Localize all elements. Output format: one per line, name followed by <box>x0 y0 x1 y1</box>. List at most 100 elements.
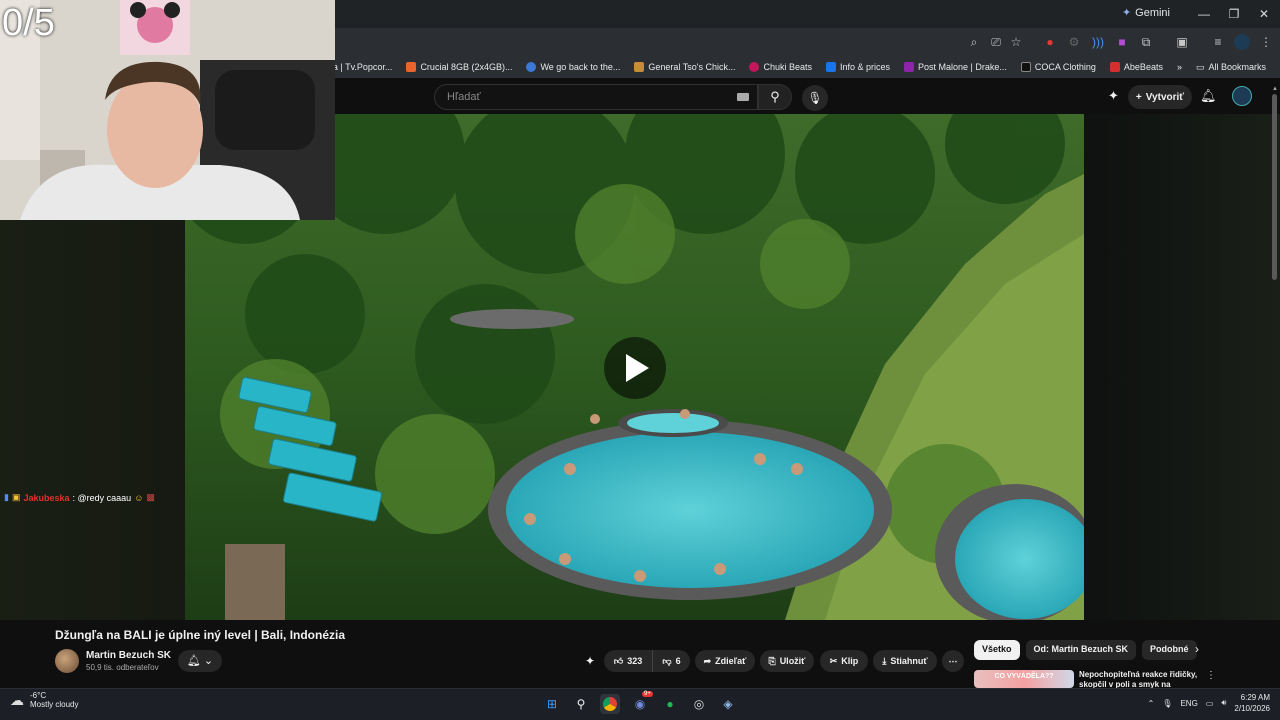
bookmark-label: Crucial 8GB (2x4GB)... <box>420 62 513 72</box>
badge-icon: ▣ <box>11 492 21 502</box>
minimize-button[interactable]: — <box>1194 4 1214 24</box>
extension-icon[interactable]: ))) <box>1090 34 1106 50</box>
bookmark-item[interactable]: COCA Clothing <box>1020 62 1096 72</box>
bookmark-item[interactable]: Chuki Beats <box>749 62 812 72</box>
search-button[interactable]: ⚲ <box>758 84 792 110</box>
like-button[interactable]: 👍︎ 323 <box>604 650 652 672</box>
cloud-icon: ☁ <box>10 691 24 708</box>
bookmark-label: We go back to the... <box>540 62 621 72</box>
channel-name[interactable]: Martin Bezuch SK <box>86 650 171 661</box>
extension-icon[interactable]: ■ <box>1114 34 1130 50</box>
stream-chat-line: ▮ ▣ Jakubeska : @redy caaau ☺ ▩ <box>4 492 155 503</box>
bookmark-favicon <box>1109 62 1120 72</box>
sparkle-icon[interactable]: ✦ <box>585 654 595 668</box>
extension-icon[interactable]: ⚙ <box>1066 34 1082 50</box>
extension-icon[interactable]: ● <box>1042 34 1058 50</box>
chevron-up-icon[interactable]: ⌃ <box>1148 699 1155 708</box>
subscription-bell-button[interactable]: 🔔︎ ⌄ <box>178 650 222 672</box>
more-actions-button[interactable]: ⋯ <box>942 650 964 672</box>
search-icon[interactable]: ⚲ <box>571 694 591 714</box>
bookmark-item[interactable]: We go back to the... <box>526 62 620 72</box>
obs-icon[interactable]: ◎ <box>689 694 709 714</box>
like-count: 323 <box>627 656 643 666</box>
scissors-icon: ✂ <box>829 655 838 666</box>
bookmark-star-icon[interactable]: ☆ <box>1008 34 1024 50</box>
chip-all[interactable]: Všetko <box>974 640 1020 660</box>
volume-icon[interactable]: 🔊︎ <box>1221 698 1226 708</box>
bookmark-item[interactable]: Info & prices <box>825 62 890 72</box>
search-icon: ⚲ <box>770 89 780 104</box>
profile-avatar[interactable] <box>1234 34 1250 50</box>
weather-widget[interactable]: ☁ -6°C Mostly cloudy <box>10 691 78 709</box>
bookmark-item[interactable]: AbeBeats <box>1109 62 1163 72</box>
chip-from-channel[interactable]: Od: Martin Bezuch SK <box>1025 640 1137 660</box>
cast-icon[interactable]: ⎚ <box>988 34 1004 50</box>
reading-list-icon[interactable]: ≡ <box>1210 34 1226 50</box>
gemini-button[interactable]: ✦ Gemini <box>1121 6 1170 20</box>
share-icon: ➦ <box>703 655 712 666</box>
bookmark-item[interactable]: Post Malone | Drake... <box>904 62 1007 72</box>
sidepanel-icon[interactable]: ▣ <box>1174 34 1190 50</box>
extensions-puzzle-icon[interactable]: ⧉ <box>1138 34 1154 50</box>
thumbs-down-icon: 👎︎ <box>662 655 672 666</box>
more-icon: ⋯ <box>948 655 958 666</box>
chip-related[interactable]: Podobné <box>1142 640 1197 660</box>
all-bookmarks-folder[interactable]: ▭ All Bookmarks <box>1196 62 1266 73</box>
voice-search-button[interactable]: 🎙︎ <box>802 85 828 111</box>
chevron-down-icon: ⌄ <box>203 655 214 667</box>
clock-date: 2/10/2026 <box>1234 704 1270 713</box>
notifications-bell-icon[interactable]: 🔔︎ <box>1200 88 1217 104</box>
account-avatar[interactable] <box>1232 86 1252 106</box>
restore-button[interactable]: ❐ <box>1224 4 1244 24</box>
language-indicator[interactable]: ENG <box>1180 699 1197 708</box>
channel-subscribers: 50,9 tis. odberateľov <box>86 663 159 672</box>
scrollbar-thumb[interactable] <box>1272 94 1277 280</box>
chat-message: : @redy caaau <box>72 492 132 503</box>
scroll-up-icon[interactable]: ▲ <box>1272 86 1278 92</box>
bookmark-label: Chuki Beats <box>763 62 812 72</box>
share-button[interactable]: ➦ Zdieľať <box>695 650 755 672</box>
plus-icon: + <box>1135 91 1142 103</box>
bookmark-favicon <box>634 62 645 72</box>
clip-button[interactable]: ✂ Klip <box>820 650 868 672</box>
chevron-right-icon[interactable]: › <box>1195 642 1199 656</box>
steam-icon[interactable]: ◈ <box>718 694 738 714</box>
channel-avatar[interactable] <box>55 649 79 673</box>
discord-icon[interactable]: ◉ <box>630 694 650 714</box>
system-tray: ⌃ 🎙︎ ENG ▭ 🔊︎ 6:29 AM 2/10/2026 <box>1148 692 1270 714</box>
kebab-menu-icon[interactable]: ⋮ <box>1258 34 1274 50</box>
chat-username: Jakubeska <box>23 492 70 503</box>
windows-start-icon[interactable]: ⊞ <box>542 694 562 714</box>
sparkle-icon[interactable]: ✦ <box>1108 88 1119 104</box>
zoom-icon[interactable]: ⌕ <box>966 34 982 50</box>
emote-icon: ▩ <box>146 492 155 502</box>
temperature: -6°C <box>30 691 47 700</box>
bell-icon: 🔔︎ <box>186 655 201 667</box>
create-button[interactable]: + Vytvoriť <box>1128 85 1192 109</box>
download-button[interactable]: ⤓ Stiahnuť <box>873 650 937 672</box>
play-button[interactable] <box>604 337 666 399</box>
dislike-button[interactable]: 👎︎ 6 <box>652 650 690 672</box>
close-button[interactable]: ✕ <box>1254 4 1274 24</box>
gemini-icon: ✦ <box>1121 7 1132 19</box>
recommended-title[interactable]: Nepochopiteľná reakce řidičky, skopčil v… <box>1079 670 1199 688</box>
microphone-icon: 🎙︎ <box>807 91 823 105</box>
more-vertical-icon[interactable]: ⋮ <box>1206 670 1216 681</box>
bookmark-item[interactable]: General Tso's Chick... <box>634 62 735 72</box>
spotify-icon[interactable]: ● <box>660 694 680 714</box>
save-button[interactable]: ⎘ Uložiť <box>760 650 814 672</box>
chrome-icon[interactable] <box>600 694 620 714</box>
keyboard-icon[interactable] <box>737 93 749 101</box>
gemini-label: Gemini <box>1135 6 1170 19</box>
search-input[interactable]: Hľadať <box>434 84 758 110</box>
clock[interactable]: 6:29 AM 2/10/2026 <box>1234 692 1270 714</box>
discord-badge: 9+ <box>642 691 653 697</box>
bookmark-favicon <box>406 62 417 72</box>
bookmark-item[interactable]: Crucial 8GB (2x4GB)... <box>406 62 512 72</box>
network-icon[interactable]: ▭ <box>1206 699 1214 708</box>
play-icon <box>626 354 649 382</box>
microphone-icon[interactable]: 🎙︎ <box>1162 699 1172 708</box>
recommended-thumbnail[interactable]: CO VYVÁDĚLA?? <box>974 670 1074 688</box>
bookmarks-overflow-chevron-icon[interactable]: » <box>1177 62 1182 72</box>
stream-counter: 0/5 <box>2 2 55 44</box>
